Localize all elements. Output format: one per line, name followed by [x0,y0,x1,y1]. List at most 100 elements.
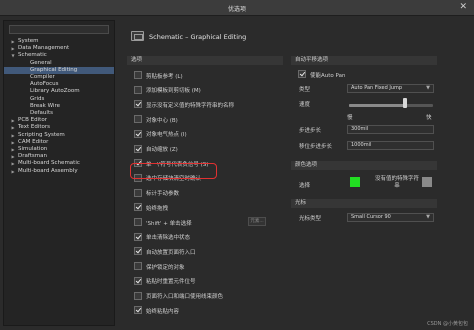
sidebar-item[interactable]: ▶ PCB Editor [4,117,114,124]
sidebar-item[interactable]: Break Wire [4,103,114,110]
speed-slider-thumb[interactable] [403,98,408,108]
option-label: 标计手动参数 [146,191,180,198]
option-checkbox[interactable] [134,85,142,94]
option-row[interactable]: 对象中心 (B) [134,115,284,124]
chevron-right-icon[interactable]: ▶ [10,146,16,153]
option-checkbox[interactable] [134,218,142,226]
sidebar-item[interactable]: AutoFocus [4,81,114,88]
option-row[interactable]: 标计手动参数 [134,188,284,198]
autopan-enable-option[interactable]: 使能Auto Pan [298,70,448,79]
option-row[interactable]: 始终拖拽 [134,203,284,212]
sidebar-item[interactable]: Graphical Editing [4,66,114,74]
option-checkbox[interactable] [134,129,142,138]
no-value-color-swatch[interactable] [422,177,432,187]
section-options-header: 选项 [127,56,283,65]
speed-slow-label: 慢 [347,115,353,121]
sidebar-item[interactable]: ▶ Simulation [4,146,114,153]
sidebar-item[interactable]: ▶ Multi-board Schematic [4,160,114,167]
chevron-down-icon: ▼ [426,214,430,220]
option-checkbox[interactable] [134,262,142,271]
sidebar-item[interactable]: Compiler [4,74,114,81]
chevron-right-icon[interactable]: ▶ [10,168,16,175]
option-row[interactable]: 粘贴时重置元件位号 [134,276,284,285]
section-cursor-header: 光标 [291,199,437,208]
option-label: 对象电气热点 (I) [146,132,187,139]
autopan-type-dropdown[interactable]: Auto Pan Fixed Jump ▼ [347,84,434,93]
option-checkbox[interactable] [134,71,142,79]
option-checkbox[interactable] [134,247,142,256]
step-size-label: 步进步长 [299,128,322,134]
option-row[interactable]: 始终粘贴内容 [134,306,284,315]
sidebar-item-label: General [30,59,52,66]
chevron-right-icon[interactable]: ▶ [10,153,16,160]
select-color-label: 选择 [299,183,311,189]
autopan-enable-label: 使能Auto Pan [310,72,346,79]
option-row[interactable]: 'Shift' + 单击选择 元素... [134,217,284,227]
chevron-right-icon[interactable]: ▶ [10,124,16,131]
title-bar: 优选项 ✕ [0,0,474,16]
sidebar-item[interactable]: Library AutoZoom [4,88,114,95]
option-checkbox[interactable] [134,188,142,197]
no-value-string-label: 没有值的特殊字符串 [374,176,419,189]
option-checkbox[interactable] [134,291,142,300]
search-box[interactable] [9,25,109,34]
sidebar-item[interactable]: ▶ System [4,38,114,45]
sidebar-item[interactable]: ▶ Data Management [4,45,114,52]
search-input[interactable] [10,26,108,33]
option-label: 对象中心 (B) [146,117,178,124]
option-row[interactable]: 显示没有定义值的特殊字符串的名称 [134,100,284,109]
select-color-swatch[interactable] [350,177,360,187]
option-row[interactable]: 对象电气热点 (I) [134,129,284,139]
section-autopan-header: 自动平移选项 [291,56,437,65]
option-label: 页面符入口和端口使用线束颜色 [146,294,224,300]
chevron-right-icon[interactable]: ▶ [10,160,16,167]
page-title: Schematic – Graphical Editing [149,33,247,41]
shift-step-size-field[interactable]: 1000mil [347,141,434,150]
sidebar-item[interactable]: Defaults [4,110,114,117]
option-checkbox[interactable] [134,276,142,285]
sidebar-item[interactable]: ▶ Multi-board Assembly [4,168,114,175]
option-checkbox[interactable] [134,144,142,153]
option-label: 单击清除选中状态 [146,235,191,242]
option-checkbox[interactable] [134,100,142,109]
speed-slider-track[interactable] [349,104,433,107]
chevron-right-icon[interactable]: ▶ [10,139,16,146]
elements-button[interactable]: 元素... [248,217,266,226]
sidebar-item-label: Draftsman [18,153,47,160]
sidebar-item[interactable]: ▶ Text Editors [4,124,114,131]
option-checkbox[interactable] [134,115,142,124]
option-row[interactable]: 保护锁定的对象 [134,262,284,271]
speed-fast-label: 快 [426,115,432,121]
chevron-right-icon[interactable]: ▶ [10,117,16,124]
option-checkbox[interactable] [134,306,142,315]
close-icon[interactable]: ✕ [459,2,467,13]
cursor-type-label: 光标类型 [299,216,322,222]
chevron-right-icon[interactable]: ▶ [10,38,16,45]
option-row[interactable]: 添加模板到剪切板 (M) [134,85,284,94]
chevron-down-icon[interactable]: ▼ [10,52,16,59]
chevron-right-icon[interactable]: ▶ [10,45,16,52]
option-row[interactable]: 自动缩放 (Z) [134,144,284,153]
sidebar-item[interactable]: ▶ Scripting System [4,132,114,139]
option-checkbox[interactable] [134,232,142,241]
sidebar-item-label: Defaults [30,110,53,116]
option-row[interactable]: 自动放置页面符入口 [134,247,284,256]
option-row[interactable]: 单击清除选中状态 [134,232,284,242]
option-checkbox[interactable] [134,203,142,212]
sidebar-item[interactable]: Grids [4,96,114,103]
option-label: 自动缩放 (Z) [146,147,178,153]
autopan-type-value: Auto Pan Fixed Jump [351,85,403,91]
autopan-enable-checkbox[interactable] [298,70,306,78]
sidebar-item[interactable]: ▶ Draftsman [4,153,114,160]
schematic-icon [131,31,144,41]
option-row[interactable]: 剪贴板参考 (L) [134,71,284,80]
cursor-type-dropdown[interactable]: Small Cursor 90 ▼ [347,213,434,222]
option-label: 自动放置页面符入口 [146,249,196,256]
sidebar-item[interactable]: ▼ Schematic [4,52,114,59]
chevron-right-icon[interactable]: ▶ [10,132,16,139]
sidebar-item[interactable]: ▶ CAM Editor [4,139,114,146]
step-size-field[interactable]: 300mil [347,125,434,134]
sidebar-item-label: Break Wire [30,102,60,109]
option-row[interactable]: 页面符入口和端口使用线束颜色 [134,291,284,300]
sidebar-item[interactable]: General [4,60,114,67]
